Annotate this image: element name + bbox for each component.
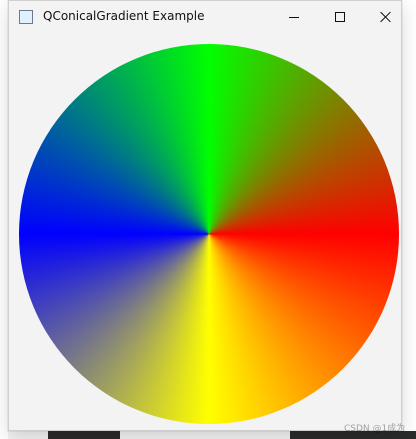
minimize-button[interactable] bbox=[271, 1, 317, 33]
maximize-icon bbox=[335, 12, 345, 22]
background-window-left bbox=[0, 0, 8, 439]
watermark-text: CSDN @1成为 bbox=[344, 424, 406, 434]
background-taskbar-segment bbox=[48, 431, 120, 439]
title-bar[interactable]: QConicalGradient Example bbox=[9, 1, 401, 33]
conical-gradient-circle bbox=[19, 44, 399, 424]
close-icon bbox=[380, 11, 392, 23]
app-icon bbox=[19, 10, 33, 24]
window-title: QConicalGradient Example bbox=[43, 9, 205, 23]
app-window: QConicalGradient Example bbox=[8, 0, 402, 431]
minimize-icon bbox=[289, 16, 299, 18]
background-window-right bbox=[402, 0, 416, 439]
maximize-button[interactable] bbox=[317, 1, 363, 33]
client-area bbox=[9, 33, 401, 430]
close-button[interactable] bbox=[363, 1, 409, 33]
